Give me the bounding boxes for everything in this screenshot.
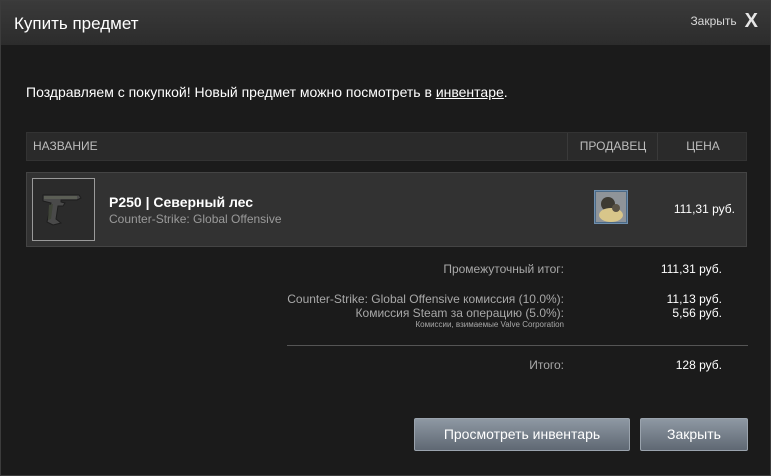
inventory-link[interactable]: инвентаре bbox=[436, 84, 504, 100]
item-game: Counter-Strike: Global Offensive bbox=[109, 212, 282, 226]
close-icon[interactable]: X bbox=[745, 11, 758, 31]
table-header: НАЗВАНИЕ ПРОДАВЕЦ ЦЕНА bbox=[26, 132, 747, 161]
column-price: ЦЕНА bbox=[657, 133, 748, 160]
total-value: 128 руб. bbox=[675, 358, 722, 372]
pistol-icon bbox=[42, 194, 82, 226]
subtotal-value: 111,31 руб. bbox=[660, 262, 722, 276]
seller-avatar-icon bbox=[596, 192, 626, 222]
seller-avatar[interactable] bbox=[594, 190, 628, 224]
item-name[interactable]: P250 | Северный лес bbox=[109, 194, 253, 210]
item-price: 111,31 руб. bbox=[673, 202, 735, 216]
game-fee-value: 11,13 руб. bbox=[666, 292, 722, 306]
header-close-button[interactable]: Закрыть X bbox=[690, 11, 758, 31]
total-label: Итого: bbox=[529, 358, 564, 372]
close-button[interactable]: Закрыть bbox=[640, 418, 748, 451]
column-name: НАЗВАНИЕ bbox=[33, 139, 98, 153]
message-text: Поздравляем с покупкой! Новый предмет мо… bbox=[26, 84, 436, 100]
fee-note: Комиссии, взимаемые Valve Corporation bbox=[415, 320, 564, 329]
view-inventory-button[interactable]: Просмотреть инвентарь bbox=[414, 418, 630, 451]
purchase-dialog: Купить предмет Закрыть X Поздравляем с п… bbox=[0, 0, 771, 476]
steam-fee-label: Комиссия Steam за операцию (5.0%): bbox=[355, 306, 564, 320]
header-close-label[interactable]: Закрыть bbox=[690, 14, 736, 28]
item-thumbnail bbox=[32, 178, 95, 241]
subtotal-label: Промежуточный итог: bbox=[443, 262, 564, 276]
dialog-header: Купить предмет Закрыть X bbox=[1, 1, 770, 45]
column-seller: ПРОДАВЕЦ bbox=[567, 133, 658, 160]
purchase-success-message: Поздравляем с покупкой! Новый предмет мо… bbox=[26, 84, 508, 100]
summary-divider bbox=[287, 345, 748, 346]
dialog-title: Купить предмет bbox=[14, 14, 139, 33]
table-row: P250 | Северный лес Counter-Strike: Glob… bbox=[26, 172, 747, 247]
steam-fee-value: 5,56 руб. bbox=[672, 306, 722, 320]
message-end: . bbox=[503, 84, 508, 100]
game-fee-label: Counter-Strike: Global Offensive комисси… bbox=[287, 292, 564, 306]
